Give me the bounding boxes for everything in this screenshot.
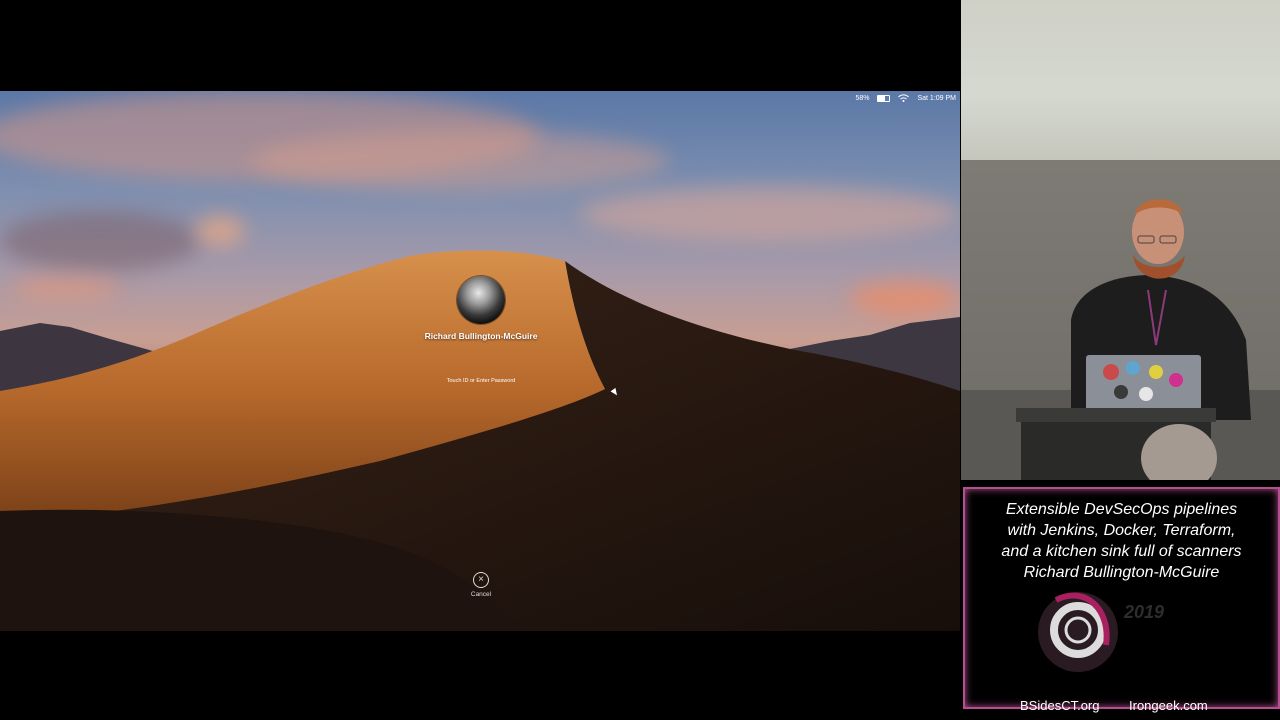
footer-link-bsides[interactable]: BSidesCT.org	[1020, 698, 1099, 713]
user-name[interactable]: Richard Bullington-McGuire	[400, 331, 562, 341]
close-icon[interactable]: ×	[473, 572, 489, 588]
wifi-icon[interactable]	[898, 94, 910, 102]
menu-bar: 58% Sat 1:09 PM	[855, 91, 960, 105]
presenter	[1016, 199, 1251, 480]
talk-title-line: and a kitchen sink full of scanners	[1001, 543, 1242, 560]
battery-icon[interactable]	[877, 94, 891, 102]
clock[interactable]: Sat 1:09 PM	[917, 95, 956, 102]
password-field[interactable]: Touch ID or Enter Password	[420, 378, 542, 384]
talk-speaker: Richard Bullington-McGuire	[1023, 564, 1220, 581]
user-avatar[interactable]	[457, 276, 505, 324]
speaker-video	[961, 0, 1280, 480]
cancel-label[interactable]: Cancel	[461, 591, 501, 598]
bsides-logo	[1038, 592, 1118, 672]
footer-link-irongeek[interactable]: Irongeek.com	[1129, 698, 1208, 713]
lock-screen: 58% Sat 1:09 PM Richard Bullington-McGui…	[0, 91, 960, 631]
talk-title: Extensible DevSecOps pipelines with Jenk…	[973, 499, 1270, 583]
desert-dunes	[0, 250, 960, 631]
battery-percent: 58%	[855, 94, 870, 102]
talk-title-card: Extensible DevSecOps pipelines with Jenk…	[963, 487, 1280, 709]
talk-title-line: with Jenkins, Docker, Terraform,	[1007, 522, 1236, 539]
event-year: 2019	[1124, 602, 1165, 622]
talk-title-line: Extensible DevSecOps pipelines	[1005, 501, 1238, 518]
